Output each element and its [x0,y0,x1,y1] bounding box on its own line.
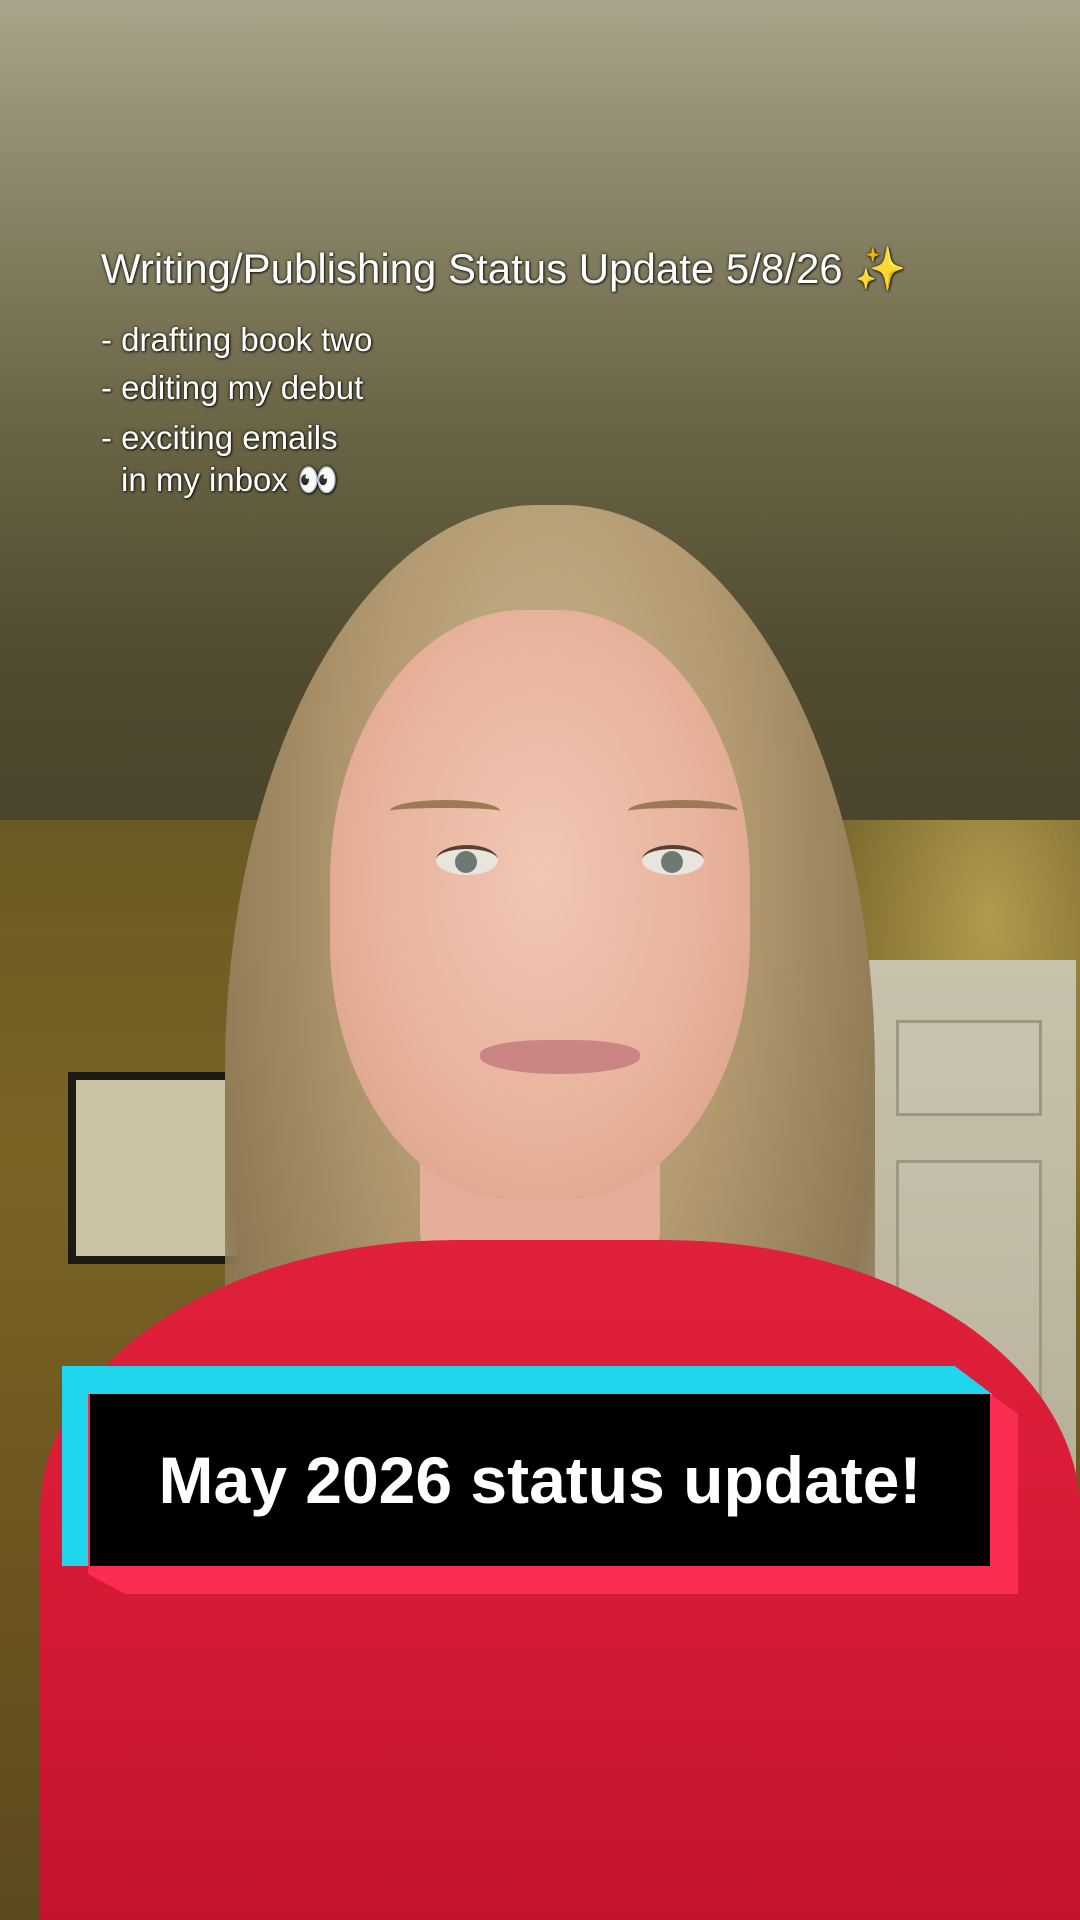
bullet-item: - exciting emails [101,419,338,456]
bullet-item: - drafting book two [101,321,373,358]
caption-text: May 2026 status update! [158,1443,922,1517]
status-bullet-list: - drafting book two - editing my debut -… [101,316,372,504]
right-eyebrow [628,800,738,822]
person-face [330,610,750,1200]
person-lips [480,1040,640,1074]
right-eye [642,845,704,875]
wall-picture-frame [68,1072,246,1264]
left-eyebrow [390,800,500,822]
caption-box: May 2026 status update! [90,1394,990,1566]
left-eye [436,845,498,875]
bullet-item-continuation: in my inbox 👀 [121,461,339,498]
bullet-item: - editing my debut [101,369,364,406]
sketch-artwork [76,1080,238,1256]
status-update-title: Writing/Publishing Status Update 5/8/26 … [101,245,907,292]
video-frame[interactable]: Writing/Publishing Status Update 5/8/26 … [0,0,1080,1920]
caption-banner: May 2026 status update! [62,1366,1018,1594]
door-panel [896,1020,1042,1116]
